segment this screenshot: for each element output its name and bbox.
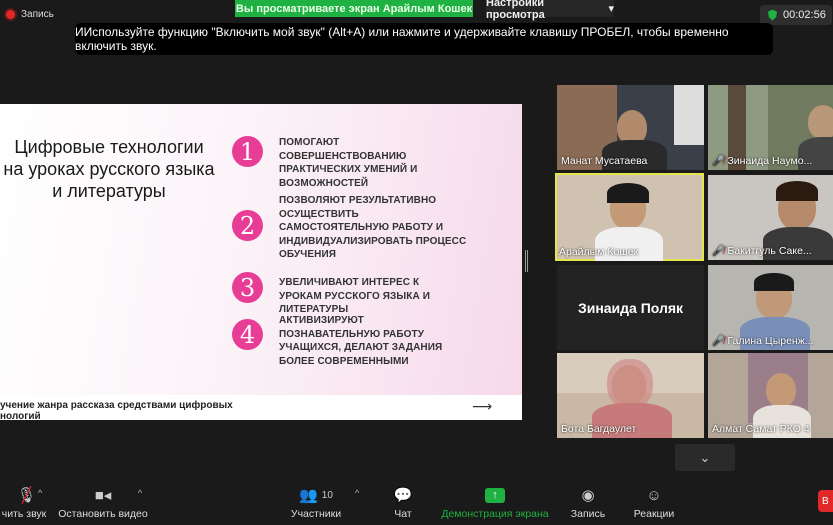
muted-mic-icon: 🎤̸	[712, 335, 725, 347]
point-number: 4	[232, 319, 263, 350]
audio-label: чить звук	[1, 508, 47, 520]
video-camera-icon: ■◂	[94, 487, 112, 504]
arrow-right-icon: ⟶	[472, 398, 493, 414]
point-number: 1	[232, 136, 263, 167]
point-number: 3	[232, 272, 263, 303]
point-text: АКТИВИЗИРУЮТ ПОЗНАВАТЕЛЬНУЮ РАБОТУ УЧАЩИ…	[279, 315, 443, 367]
participants-icon: 👥	[299, 487, 318, 504]
record-button-label: Запись	[570, 508, 606, 520]
slide-point-4: 4 АКТИВИЗИРУЮТ ПОЗНАВАТЕЛЬНУЮ РАБОТУ УЧА…	[232, 314, 464, 368]
point-number: 2	[232, 210, 263, 241]
share-arrow-icon: ↑	[485, 487, 505, 503]
chevron-up-icon[interactable]: ^	[355, 488, 359, 498]
chat-button[interactable]: 💬 Чат	[388, 484, 418, 520]
participant-tile[interactable]: Алмат Самат РКО 4	[708, 353, 833, 438]
share-screen-button[interactable]: ↑ Демонстрация экрана	[440, 484, 550, 520]
participants-button[interactable]: 👥 10 Участники	[288, 484, 344, 520]
participant-tile[interactable]: Бота Багдаулет	[557, 353, 704, 438]
participant-name: Галина Цыренж...	[727, 335, 814, 347]
participant-name: Бакитгуль Саке...	[727, 245, 812, 257]
participant-name: Бота Багдаулет	[561, 423, 637, 435]
share-banner: Вы просматриваете экран Арайлым Кошек	[235, 0, 473, 17]
mic-muted-icon: 🎙 ╱	[16, 487, 36, 504]
smiley-plus-icon: ☺	[646, 486, 662, 504]
record-icon	[6, 10, 15, 19]
participant-name: Зинаида Поляк	[577, 299, 684, 316]
muted-mic-icon: 🎤̸	[712, 155, 725, 167]
reactions-button[interactable]: ☺ Реакции	[630, 484, 678, 521]
slide-point-1: 1 ПОМОГАЮТ СОВЕРШЕНСТВОВАНИЮ ПРАКТИЧЕСКИ…	[232, 136, 464, 190]
video-label: Остановить видео	[58, 508, 148, 520]
record-indicator[interactable]: Запись	[6, 9, 54, 20]
record-label: Запись	[21, 9, 54, 20]
participant-tile[interactable]: 🎤̸ Бакитгуль Саке...	[708, 175, 833, 260]
participant-name: Алмат Самат РКО 4	[712, 423, 810, 435]
chat-label: Чат	[394, 508, 412, 520]
participant-name: Зинаида Наумо...	[727, 155, 813, 167]
share-label: Демонстрация экрана	[441, 508, 549, 520]
slide-point-3: 3 УВЕЛИЧИВАЮТ ИНТЕРЕС К УРОКАМ РУССКОГО …	[232, 272, 464, 317]
reactions-label: Реакции	[633, 508, 675, 520]
participant-tile[interactable]: Зинаида Поляк	[557, 265, 704, 350]
timer-value: 00:02:56	[783, 9, 826, 21]
participant-tile[interactable]: Манат Мусатаева	[557, 85, 704, 170]
chevron-up-icon[interactable]: ^	[138, 488, 142, 498]
footer-line: учение жанра рассказа средствами цифровы…	[0, 400, 233, 411]
meeting-timer: 00:02:56	[760, 5, 832, 25]
view-options-label: Настройки просмотра	[486, 0, 545, 21]
view-options-button[interactable]: Настройки просмотра ▾	[486, 0, 614, 21]
shared-screen: Цифровые технологии на уроках русского я…	[0, 104, 522, 420]
participant-name: Манат Мусатаева	[561, 155, 648, 167]
chevron-down-icon: ⌄	[699, 449, 711, 465]
point-text: УВЕЛИЧИВАЮТ ИНТЕРЕС К УРОКАМ РУССКОГО ЯЗ…	[279, 277, 430, 315]
slide-point-2: 2 ПОЗВОЛЯЮТ РЕЗУЛЬТАТИВНО ОСУЩЕСТВИТЬ СА…	[232, 194, 469, 262]
participant-name: Арайлым Кошек	[559, 246, 639, 258]
record-circle-icon: ◉	[581, 487, 595, 504]
video-button[interactable]: ■◂ Остановить видео	[58, 484, 148, 520]
point-text: ПОЗВОЛЯЮТ РЕЗУЛЬТАТИВНО ОСУЩЕСТВИТЬ САМО…	[279, 195, 467, 260]
chevron-up-icon[interactable]: ^	[38, 488, 42, 498]
resize-handle[interactable]	[525, 250, 528, 272]
participants-count: 10	[321, 489, 333, 501]
participant-tile[interactable]: 🎤̸ Зинаида Наумо...	[708, 85, 833, 170]
end-meeting-button[interactable]: В	[818, 490, 833, 512]
chevron-down-icon: ▾	[608, 3, 614, 15]
slide-title: Цифровые технологии на уроках русского я…	[3, 137, 215, 201]
participants-label: Участники	[290, 508, 342, 520]
chat-icon: 💬	[393, 487, 413, 504]
collapse-gallery-button[interactable]: ⌄	[675, 444, 735, 471]
point-text: ПОМОГАЮТ СОВЕРШЕНСТВОВАНИЮ ПРАКТИЧЕСКИХ …	[279, 137, 418, 189]
muted-mic-icon: 🎤̸	[712, 245, 725, 257]
unmute-tooltip: ИИспользуйте функцию "Включить мой звук"…	[75, 23, 773, 55]
participant-tile-active[interactable]: Арайлым Кошек	[555, 173, 704, 261]
footer-line: нологий	[0, 411, 41, 420]
shield-icon	[768, 9, 777, 21]
slide-footer-text: учение жанра рассказа средствами цифровы…	[0, 400, 260, 420]
record-button[interactable]: ◉ Запись	[568, 484, 608, 520]
participant-tile[interactable]: 🎤̸ Галина Цыренж...	[708, 265, 833, 350]
